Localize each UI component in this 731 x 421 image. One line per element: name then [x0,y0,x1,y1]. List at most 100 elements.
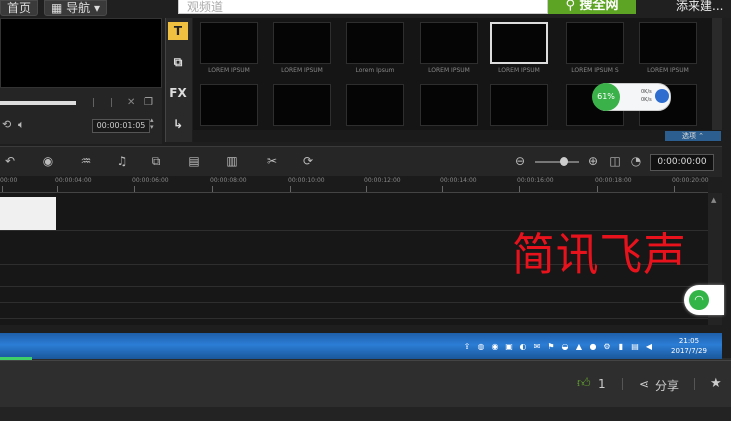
search-icon: ⚲ [565,0,575,13]
title-template-thumbnail[interactable] [490,22,548,64]
motion-track-icon[interactable]: ⧉ [148,154,164,168]
share-icon[interactable]: ⋖ [639,377,649,391]
subtitle-editor-icon[interactable]: ▤ [186,154,202,168]
search-input[interactable]: 观频道 [178,0,548,14]
clock-time: 21:05 [678,337,700,345]
ruler-label: 00:00:14:00 [440,177,477,184]
ruler-label: 00:00:18:00 [595,177,632,184]
title-template-thumbnail[interactable] [490,84,548,126]
undo-icon[interactable]: ↶ [2,154,18,168]
audio-mixer-icon[interactable]: ♒︎ [78,154,94,168]
ruler-tick [597,186,598,192]
tray-network-icon[interactable]: ◐ [518,342,528,352]
cut-icon[interactable]: ✕ [127,97,135,108]
title-template-thumbnail[interactable] [420,22,478,64]
home-label: 首页 [7,1,32,15]
tray-battery-icon[interactable]: ▮ [616,342,626,352]
track-divider [0,302,708,303]
navigation-label: 导航 [66,1,91,15]
tray-app-icon[interactable]: ▤ [630,342,640,352]
star-icon[interactable]: ★ [710,376,722,391]
preview-seek-bar[interactable] [0,101,76,105]
thumbnail-caption: Lorem Ipsum [355,67,395,74]
repeat-icon[interactable]: ⟲ [2,118,11,131]
search-button-label: 搜全网 [579,0,619,13]
home-nav-button[interactable]: 首页 [0,0,39,16]
mark-in-icon[interactable]: | [92,98,95,108]
title-tool-tab[interactable]: T [168,22,188,40]
ruler-label: 00:00:08:00 [210,177,247,184]
title-template-thumbnail[interactable] [346,22,404,64]
share-button[interactable]: 分享 [655,377,679,394]
ruler-tick [2,186,3,192]
ruler-label: 00:00:04:00 [55,177,92,184]
zoom-in-icon[interactable]: ⊕ [585,154,601,168]
transition-icon[interactable]: ⧉ [168,53,188,71]
ripple-icon[interactable]: ⟳ [300,154,316,168]
ruler-tick [519,186,520,192]
windows-taskbar [0,333,722,359]
rocket-icon[interactable] [655,89,669,103]
fx-tool-tab[interactable]: FX [168,84,188,102]
tray-volume-icon[interactable]: ◀ [644,342,654,352]
auto-music-icon[interactable]: ♫ [114,154,130,168]
path-icon[interactable]: ↳ [168,115,188,133]
tray-ime-icon[interactable]: ⇪ [462,342,472,352]
taskbar-clock[interactable]: 21:05 2017/7/29 [664,336,714,356]
wifi-icon: ◠ [689,290,709,310]
title-template-thumbnail[interactable] [200,84,258,126]
title-template-thumbnail[interactable] [273,84,331,126]
timeline-clip[interactable] [0,197,56,230]
ruler-tick [212,186,213,192]
title-template-thumbnail[interactable] [346,84,404,126]
split-icon[interactable]: ✂ [264,154,280,168]
ruler-label: 00:00:06:00 [132,177,169,184]
record-icon[interactable]: ◉ [40,154,56,168]
tray-app-icon[interactable]: ◉ [490,342,500,352]
fit-project-icon[interactable]: ◫ [607,154,623,168]
zoom-out-icon[interactable]: ⊖ [512,154,528,168]
tray-mail-icon[interactable]: ✉ [532,342,542,352]
tray-app-icon[interactable]: ● [588,342,598,352]
top-right-link[interactable]: 添来建... [676,0,723,14]
speed-percent-badge: 61% [592,83,620,111]
tray-app-icon[interactable]: ◒ [560,342,570,352]
ruler-tick [366,186,367,192]
thumbnail-caption: LOREM IPSUM [647,67,689,74]
tray-flag-icon[interactable]: ⚑ [546,342,556,352]
zoom-slider-knob[interactable] [560,157,568,166]
divider [622,378,623,390]
title-template-thumbnail[interactable] [566,22,624,64]
tray-app-icon[interactable]: ◍ [476,342,486,352]
title-template-thumbnail[interactable] [639,22,697,64]
title-template-thumbnail[interactable] [200,22,258,64]
zoom-slider[interactable] [535,161,579,163]
thumbs-up-icon[interactable]: 👍︎ [577,377,591,390]
preview-timecode[interactable]: 00:00:01:05 [92,119,150,133]
title-template-thumbnail[interactable] [273,22,331,64]
watermark-text: 简讯飞声 [512,228,687,281]
library-scrollbar[interactable] [712,18,722,130]
ruler-tick [57,186,58,192]
timeline-timecode[interactable]: 0:00:00:00 [650,154,714,171]
timecode-stepper[interactable]: ▴ ▾ [150,117,154,131]
preview-screen [0,18,162,88]
tray-app-icon[interactable]: ▣ [504,342,514,352]
download-speed: 0K/s [641,97,652,103]
thumbnail-caption: LOREM IPSUM [281,67,323,74]
mark-out-icon[interactable]: | [110,98,113,108]
scroll-up-arrow-icon[interactable]: ▲ [711,196,716,204]
navigation-dropdown[interactable]: ▦ 导航 ▾ [44,0,108,16]
library-options-button[interactable]: 选项 ⌃ [665,131,721,141]
clock-icon: ◔ [630,154,642,168]
tray-arrow-icon[interactable]: ▲ [574,342,584,352]
preview-controls [0,88,162,144]
volume-icon[interactable]: 🔈︎ [18,118,25,132]
clock-date: 2017/7/29 [671,347,707,355]
copy-icon[interactable]: ❐ [144,97,153,108]
title-template-thumbnail[interactable] [420,84,478,126]
tray-settings-icon[interactable]: ⚙ [602,342,612,352]
multi-trim-icon[interactable]: ▥ [224,154,240,168]
library-footer [193,130,721,142]
search-button[interactable]: ⚲ 搜全网 [548,0,636,14]
